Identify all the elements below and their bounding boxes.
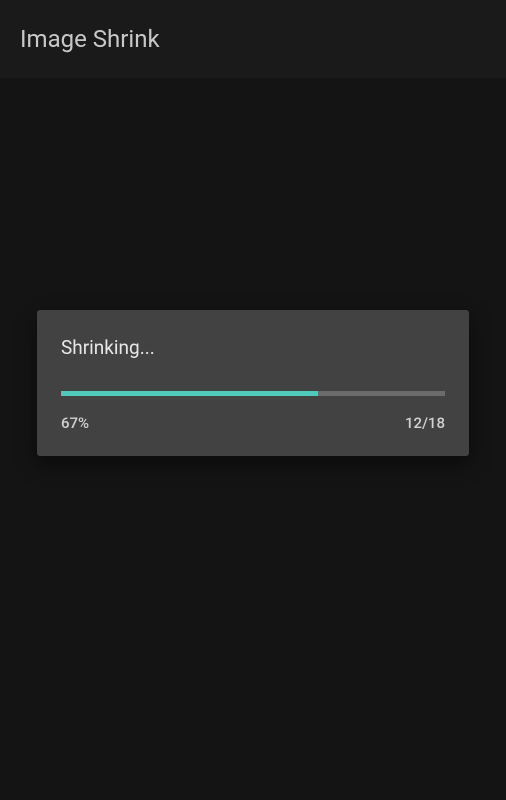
progress-bar [61, 391, 445, 396]
app-title: Image Shrink [20, 25, 160, 53]
progress-dialog: Shrinking... 67% 12/18 [37, 310, 469, 456]
app-header: Image Shrink [0, 0, 506, 78]
progress-percent: 67% [61, 414, 89, 432]
progress-bar-fill [61, 391, 318, 396]
progress-info: 67% 12/18 [61, 414, 445, 432]
progress-count: 12/18 [405, 414, 445, 432]
dialog-title: Shrinking... [61, 336, 445, 359]
